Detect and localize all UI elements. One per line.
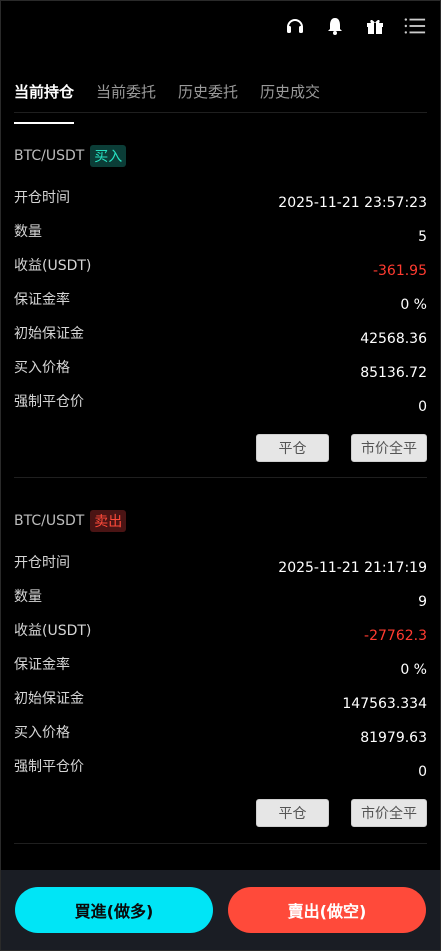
market-close-all-button[interactable]: 市价全平 bbox=[351, 799, 427, 827]
field-value: 42568.36 bbox=[360, 331, 427, 347]
trading-pair: BTC/USDT bbox=[14, 513, 85, 529]
field-label: 数量 bbox=[14, 589, 42, 605]
close-position-button[interactable]: 平仓 bbox=[256, 799, 329, 827]
initial-margin-row: 初始保证金 147563.334 bbox=[14, 688, 427, 712]
field-label: 买入价格 bbox=[14, 725, 70, 741]
bell-icon[interactable] bbox=[324, 15, 346, 37]
menu-icon[interactable] bbox=[404, 15, 426, 37]
pnl-value: -27762.3 bbox=[364, 628, 427, 644]
field-value: 0 % bbox=[400, 297, 427, 313]
divider bbox=[14, 843, 427, 844]
tab-current-positions[interactable]: 当前持仓 bbox=[14, 81, 75, 124]
field-value: 0 bbox=[418, 764, 427, 780]
field-value: 0 % bbox=[400, 662, 427, 678]
field-value: 85136.72 bbox=[360, 365, 427, 381]
field-label: 保证金率 bbox=[14, 657, 70, 673]
field-label: 开仓时间 bbox=[14, 190, 70, 206]
pnl-row: 收益(USDT) -361.95 bbox=[14, 255, 427, 279]
field-value: 81979.63 bbox=[360, 730, 427, 746]
liquidation-price-row: 强制平仓价 0 bbox=[14, 756, 427, 780]
initial-margin-row: 初始保证金 42568.36 bbox=[14, 323, 427, 347]
field-value: 147563.334 bbox=[342, 696, 427, 712]
field-value: 9 bbox=[418, 594, 427, 610]
close-position-button[interactable]: 平仓 bbox=[256, 434, 329, 462]
pnl-value: -361.95 bbox=[372, 263, 427, 279]
side-badge: 买入 bbox=[90, 145, 127, 167]
quantity-row: 数量 5 bbox=[14, 221, 427, 245]
field-label: 强制平仓价 bbox=[14, 759, 84, 775]
field-label: 收益(USDT) bbox=[14, 623, 92, 639]
field-value: 0 bbox=[418, 399, 427, 415]
margin-rate-row: 保证金率 0 % bbox=[14, 654, 427, 678]
gift-icon[interactable] bbox=[364, 15, 386, 37]
side-badge: 卖出 bbox=[90, 510, 127, 532]
open-time-row: 开仓时间 2025-11-21 21:17:19 bbox=[14, 552, 427, 576]
field-label: 初始保证金 bbox=[14, 691, 84, 707]
trading-pair: BTC/USDT bbox=[14, 148, 85, 164]
field-label: 强制平仓价 bbox=[14, 394, 84, 410]
headset-icon[interactable] bbox=[284, 15, 306, 37]
order-tabs: 当前持仓 当前委托 历史委托 历史成交 bbox=[14, 81, 427, 124]
field-value: 2025-11-21 21:17:19 bbox=[278, 560, 427, 576]
buy-long-button[interactable]: 買進(做多) bbox=[15, 887, 213, 933]
field-label: 数量 bbox=[14, 224, 42, 240]
sell-short-button[interactable]: 賣出(做空) bbox=[228, 887, 426, 933]
divider bbox=[14, 477, 427, 478]
field-label: 买入价格 bbox=[14, 360, 70, 376]
field-value: 2025-11-21 23:57:23 bbox=[278, 195, 427, 211]
position-card: BTC/USDT 买入 开仓时间 2025-11-21 23:57:23 数量 … bbox=[14, 145, 427, 465]
pnl-row: 收益(USDT) -27762.3 bbox=[14, 620, 427, 644]
field-label: 保证金率 bbox=[14, 292, 70, 308]
field-label: 开仓时间 bbox=[14, 555, 70, 571]
entry-price-row: 买入价格 81979.63 bbox=[14, 722, 427, 746]
top-toolbar bbox=[284, 15, 426, 37]
field-label: 初始保证金 bbox=[14, 326, 84, 342]
field-label: 收益(USDT) bbox=[14, 258, 92, 274]
field-value: 5 bbox=[418, 229, 427, 245]
tab-order-history[interactable]: 历史委托 bbox=[178, 81, 238, 112]
quantity-row: 数量 9 bbox=[14, 586, 427, 610]
position-card: BTC/USDT 卖出 开仓时间 2025-11-21 21:17:19 数量 … bbox=[14, 510, 427, 830]
market-close-all-button[interactable]: 市价全平 bbox=[351, 434, 427, 462]
tab-trade-history[interactable]: 历史成交 bbox=[260, 81, 320, 112]
tab-current-orders[interactable]: 当前委托 bbox=[96, 81, 156, 112]
entry-price-row: 买入价格 85136.72 bbox=[14, 357, 427, 381]
liquidation-price-row: 强制平仓价 0 bbox=[14, 391, 427, 415]
margin-rate-row: 保证金率 0 % bbox=[14, 289, 427, 313]
bottom-action-bar: 買進(做多) 賣出(做空) bbox=[1, 870, 440, 950]
open-time-row: 开仓时间 2025-11-21 23:57:23 bbox=[14, 187, 427, 211]
